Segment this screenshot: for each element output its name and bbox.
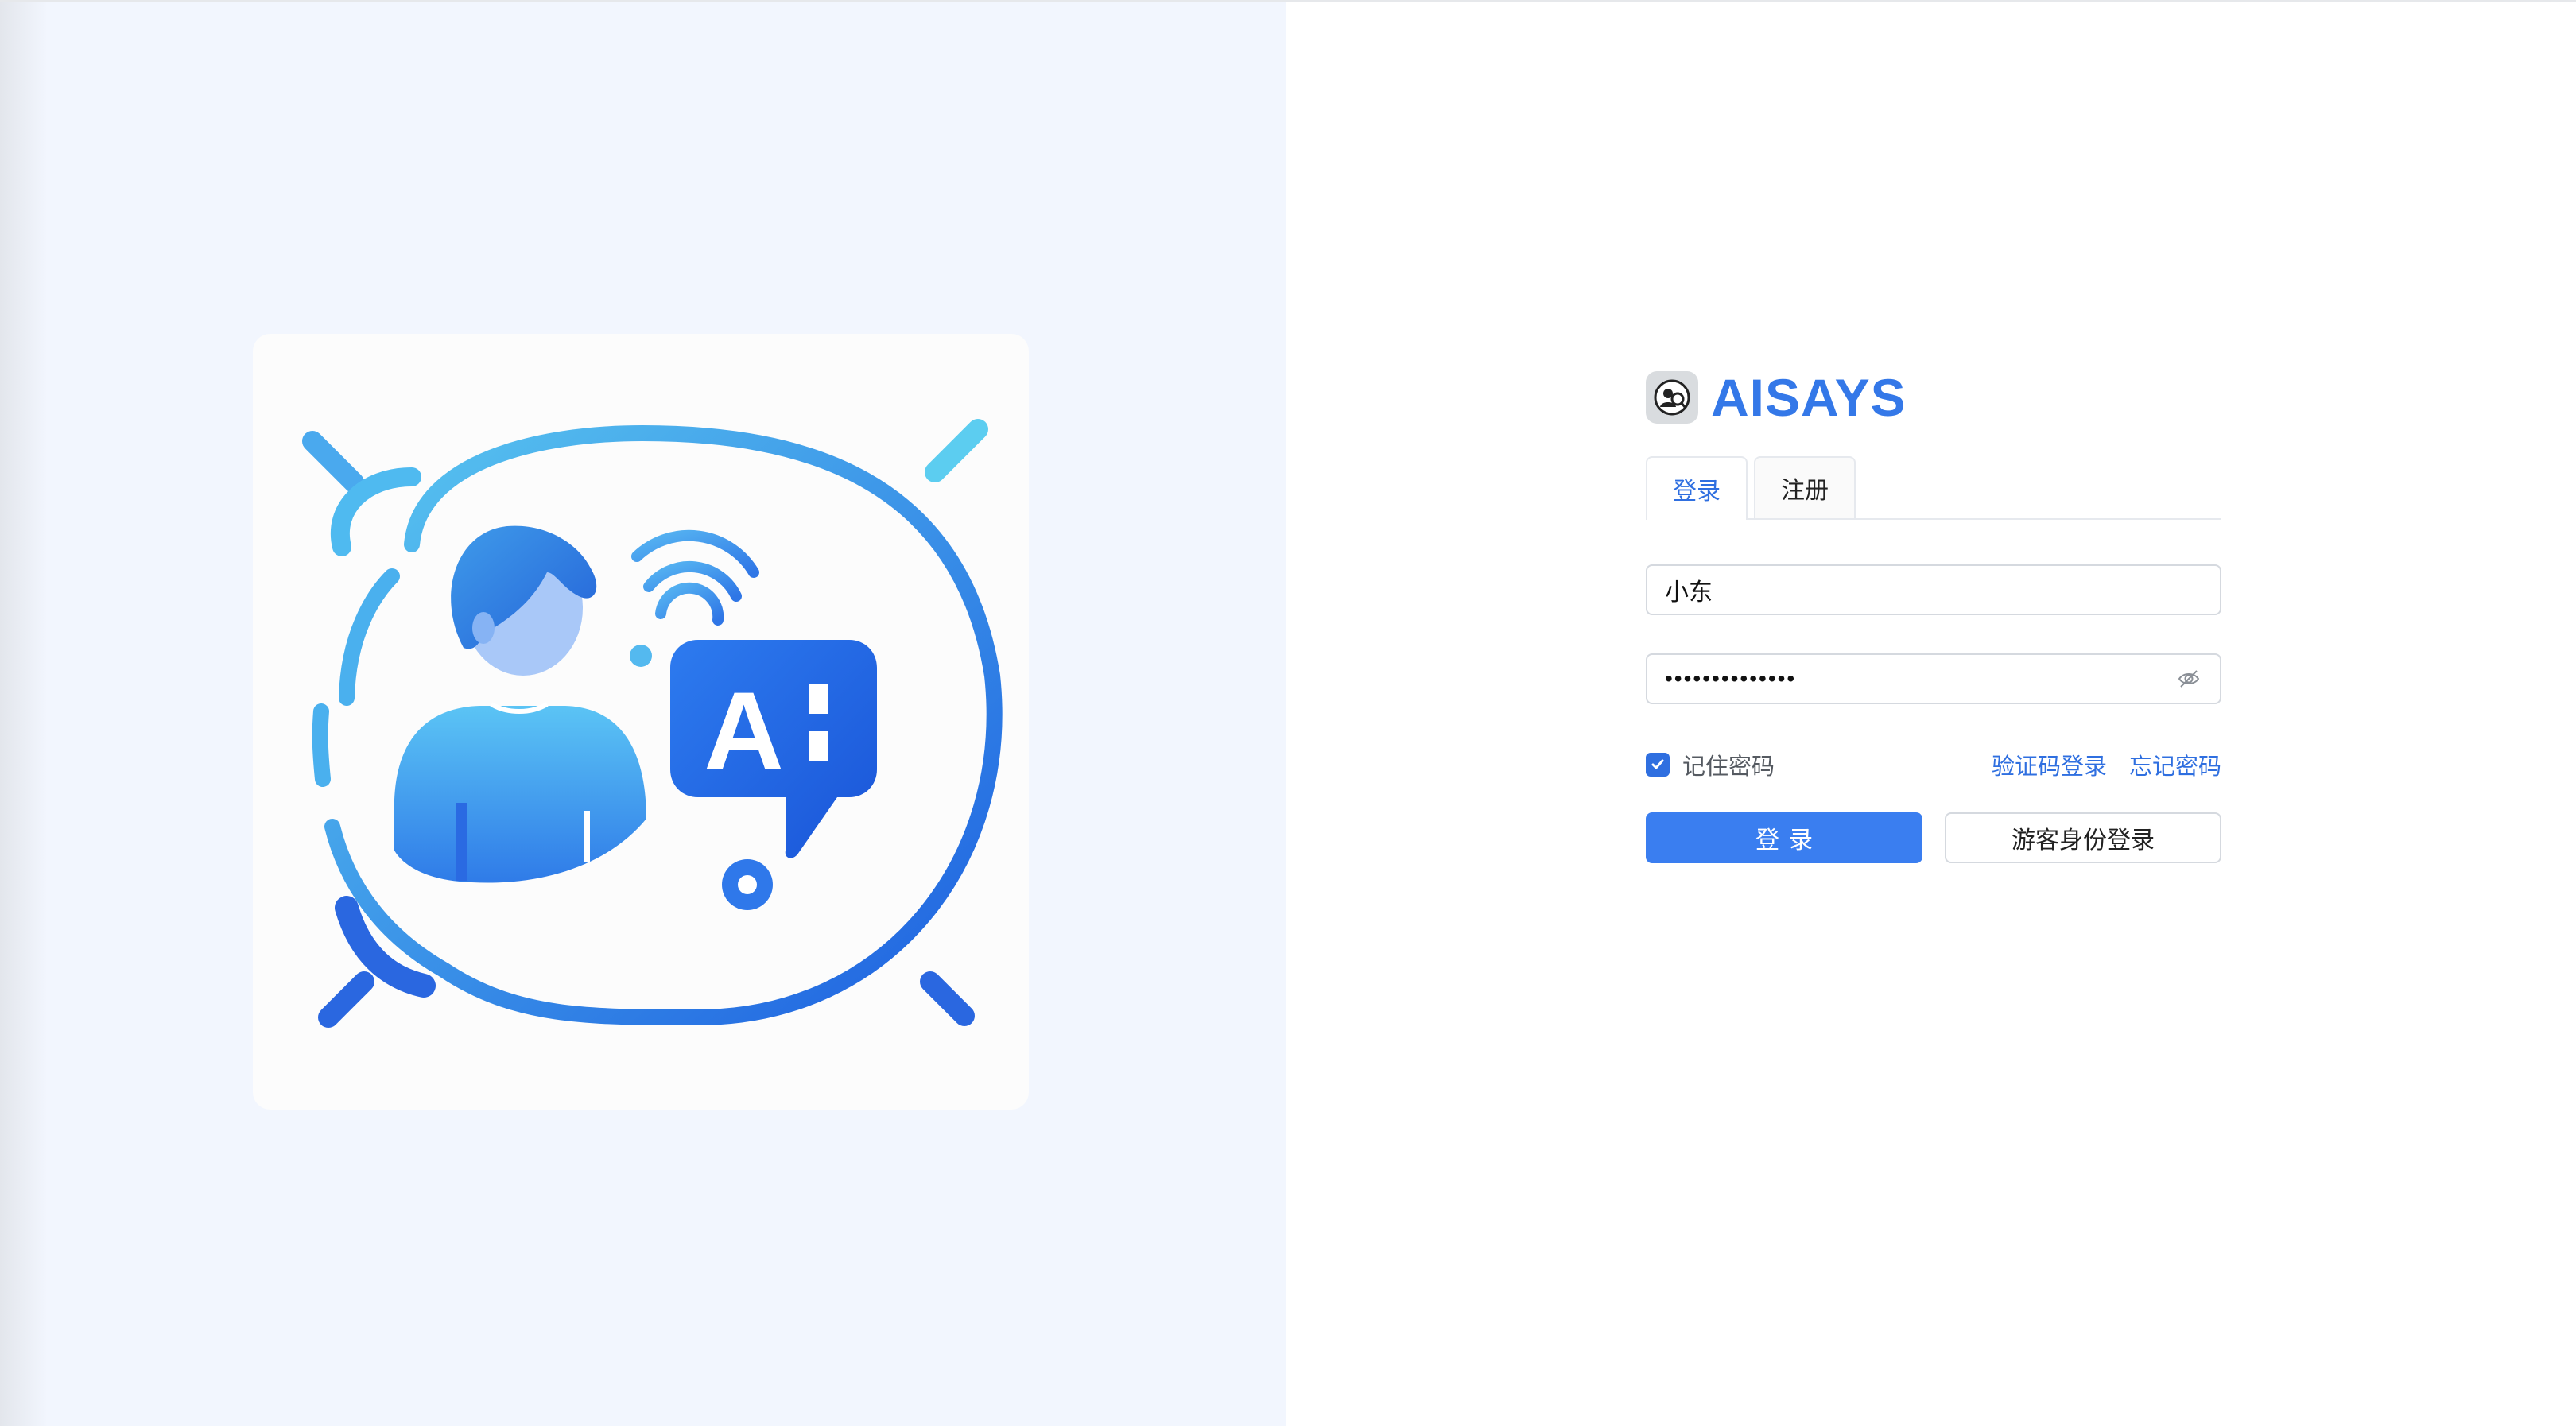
action-buttons: 登录 游客身份登录 — [1646, 812, 2221, 863]
username-field[interactable]: 小东 — [1646, 564, 2221, 615]
auth-tabs: 登录 注册 — [1646, 455, 2221, 520]
person-figure — [394, 525, 646, 883]
illustration-panel: A — [0, 2, 1286, 1426]
login-button[interactable]: 登录 — [1646, 812, 1922, 863]
remember-label[interactable]: 记住密码 — [1682, 748, 1775, 781]
forgot-password-link[interactable]: 忘记密码 — [2129, 748, 2221, 781]
check-icon — [1651, 759, 1664, 769]
ai-assistant-illustration: A — [302, 419, 1003, 1028]
brand-header: AISAYS — [1646, 366, 2221, 429]
panel-shadow — [0, 2, 48, 1426]
sms-login-link[interactable]: 验证码登录 — [1992, 748, 2107, 781]
tab-register[interactable]: 注册 — [1754, 456, 1856, 518]
aisays-logo-icon — [1646, 371, 1698, 424]
password-field[interactable]: •••••••••••••• — [1646, 653, 2221, 704]
ai-chat-bubble: A — [670, 640, 877, 858]
password-value: •••••••••••••• — [1665, 666, 1797, 691]
hero-illustration: A — [253, 334, 1029, 1110]
login-box: AISAYS 登录 注册 小东 •••••••••••••• 记住密码 验证码登… — [1646, 366, 2221, 863]
brand-name: AISAYS — [1711, 368, 1907, 427]
login-panel: AISAYS 登录 注册 小东 •••••••••••••• 记住密码 验证码登… — [1286, 2, 2576, 1426]
wifi-signal — [631, 529, 759, 626]
remember-checkbox[interactable] — [1646, 753, 1670, 777]
eye-off-icon[interactable] — [2175, 665, 2202, 692]
tab-login[interactable]: 登录 — [1646, 456, 1748, 520]
ai-badge-letter: A — [704, 668, 784, 793]
login-page: A AISAYS 登录 注册 小东 •••••••••••••• 记住密码 验证… — [0, 0, 2576, 1426]
username-value: 小东 — [1665, 579, 1713, 606]
login-options: 记住密码 验证码登录 忘记密码 — [1646, 749, 2221, 781]
guest-login-button[interactable]: 游客身份登录 — [1945, 812, 2221, 863]
